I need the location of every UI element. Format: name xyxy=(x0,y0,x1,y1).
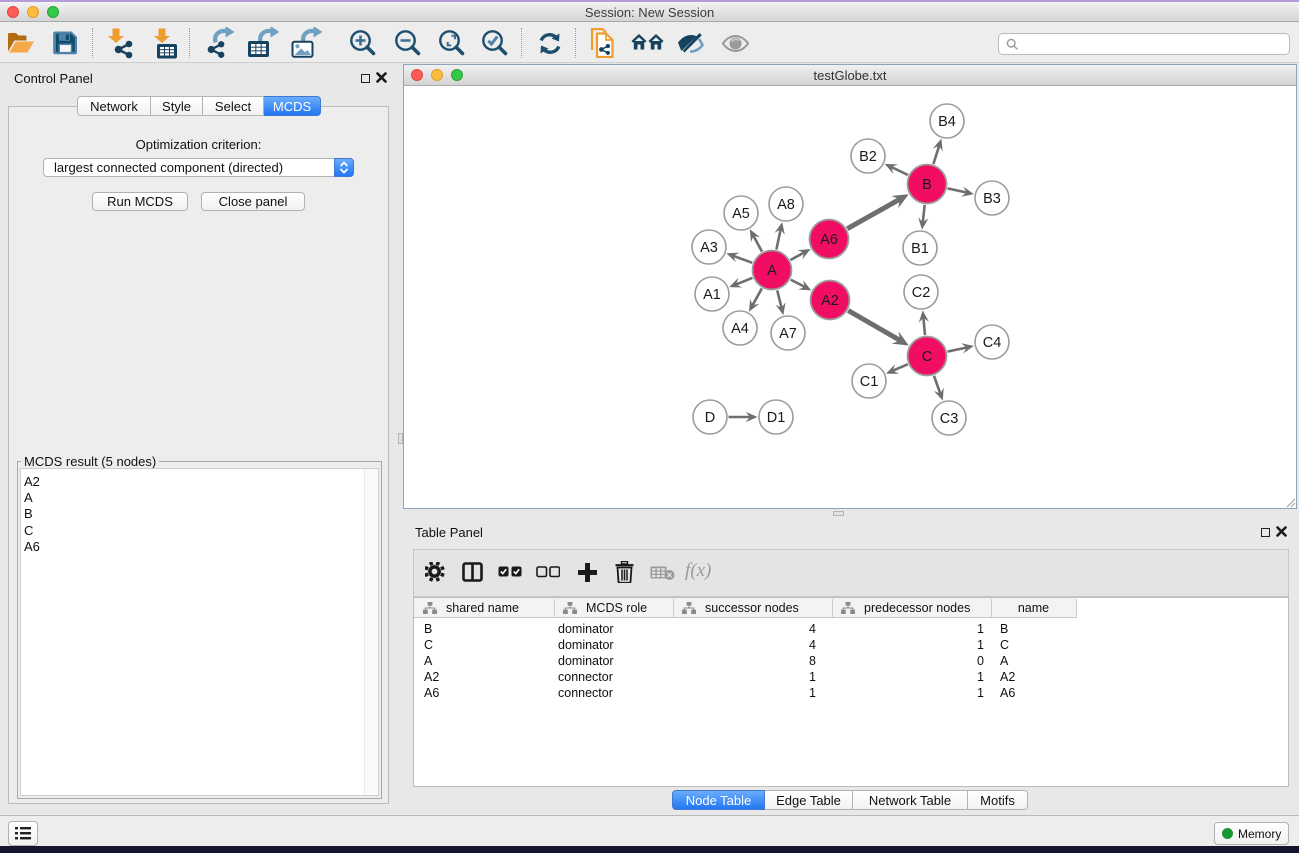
svg-text:A4: A4 xyxy=(731,321,749,337)
svg-text:D: D xyxy=(705,410,715,426)
svg-text:B4: B4 xyxy=(938,114,956,130)
svg-text:C: C xyxy=(922,349,932,365)
svg-text:A1: A1 xyxy=(703,287,721,303)
svg-text:D1: D1 xyxy=(767,410,786,426)
svg-text:B3: B3 xyxy=(983,191,1001,207)
svg-text:B2: B2 xyxy=(859,149,877,165)
svg-text:A8: A8 xyxy=(777,197,795,213)
svg-text:C3: C3 xyxy=(940,411,959,427)
svg-text:C2: C2 xyxy=(912,285,931,301)
svg-text:B1: B1 xyxy=(911,241,929,257)
svg-text:A6: A6 xyxy=(820,232,838,248)
svg-text:A3: A3 xyxy=(700,240,718,256)
svg-text:A7: A7 xyxy=(779,326,797,342)
svg-text:A: A xyxy=(767,263,777,279)
svg-text:C4: C4 xyxy=(983,335,1002,351)
svg-text:C1: C1 xyxy=(860,374,879,390)
svg-text:A5: A5 xyxy=(732,206,750,222)
svg-text:B: B xyxy=(922,177,932,193)
svg-text:A2: A2 xyxy=(821,293,839,309)
